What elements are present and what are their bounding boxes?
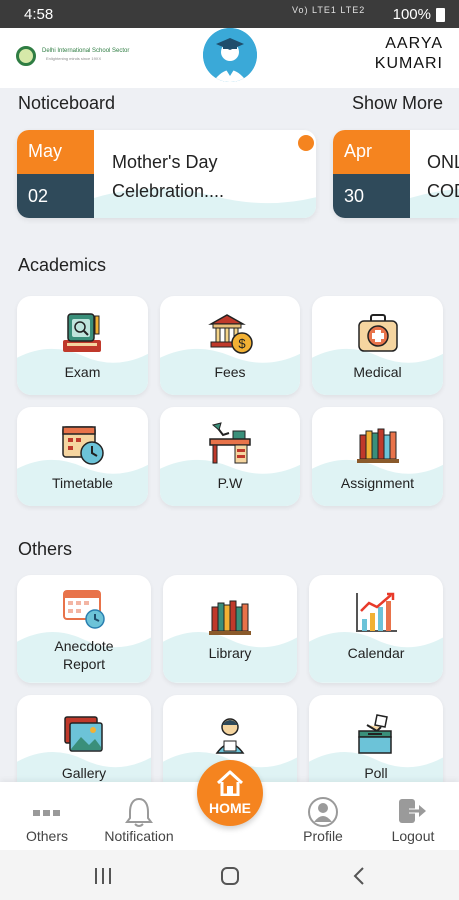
back-icon[interactable] <box>352 866 366 886</box>
signal-indicator: Vo) LTE1 LTE2 <box>292 5 366 15</box>
system-home-icon[interactable] <box>220 866 240 886</box>
anecdote-report-tile[interactable]: Anecdote Report <box>17 575 151 683</box>
assignment-tile[interactable]: Assignment <box>312 407 443 506</box>
svg-text:$: $ <box>238 336 246 351</box>
gallery-label: Gallery <box>61 765 107 781</box>
nav-profile[interactable]: Profile <box>290 782 356 850</box>
battery-icon <box>436 8 445 22</box>
calendar-tile[interactable]: Calendar <box>309 575 443 683</box>
nav-others-label: Others <box>25 828 68 844</box>
pw-tile[interactable]: P.W <box>160 407 300 506</box>
home-label: HOME <box>209 800 251 816</box>
more-dots-icon <box>33 810 60 816</box>
timetable-icon <box>61 426 104 465</box>
exam-tile[interactable]: Exam <box>17 296 148 395</box>
avatar[interactable] <box>203 28 257 82</box>
nav-notification[interactable]: Notification <box>96 782 182 850</box>
calendar-label: Calendar <box>347 645 405 661</box>
calendar-chart-icon <box>356 592 397 632</box>
academics-title: Academics <box>18 255 107 275</box>
notice-card[interactable]: Apr 30 ONL COD <box>333 130 459 218</box>
notice-month: May <box>17 130 94 174</box>
user-first-name: AARYA <box>385 35 443 52</box>
nav-profile-label: Profile <box>303 828 343 844</box>
user-last-name: KUMARI <box>374 55 443 72</box>
medical-label: Medical <box>353 364 402 380</box>
graduate-avatar-icon <box>203 28 257 82</box>
notice-card[interactable]: May 02 Mother's Day Celebration.... <box>17 130 316 218</box>
system-navigation-bar <box>0 850 459 900</box>
app-header: Delhi International School Sector Enligh… <box>0 28 459 88</box>
noticeboard-title: Noticeboard <box>18 93 116 113</box>
notice-day: 02 <box>17 174 94 218</box>
assignment-label: Assignment <box>340 475 415 491</box>
recent-apps-icon[interactable] <box>93 867 113 885</box>
desk-icon <box>209 422 251 464</box>
fees-label: Fees <box>214 364 246 380</box>
poll-ballot-icon <box>358 714 392 754</box>
school-seal-icon <box>16 46 36 66</box>
unread-dot-icon <box>298 135 314 151</box>
notice-title-line2: Celebration.... <box>112 181 225 201</box>
anecdote-calendar-icon <box>63 590 105 629</box>
timetable-label: Timetable <box>52 475 113 491</box>
status-bar: 4:58 Vo) LTE1 LTE2 100% <box>0 0 459 28</box>
bell-icon <box>125 797 153 827</box>
logo-text: Delhi International School Sector <box>42 48 130 54</box>
home-icon <box>216 770 244 796</box>
nav-logout[interactable]: Logout <box>380 782 446 850</box>
logo-tagline: Enlightening minds since 19XX <box>46 56 102 61</box>
notice-title-line2: COD <box>427 181 459 201</box>
notice-month: Apr <box>333 130 410 174</box>
timetable-tile[interactable]: Timetable <box>17 407 148 506</box>
notice-title: Mother's Day Celebration.... <box>112 148 224 206</box>
nav-logout-label: Logout <box>391 828 435 844</box>
nav-others[interactable]: Others <box>12 782 82 850</box>
library-label: Library <box>208 645 252 661</box>
books-icon <box>356 428 399 463</box>
medical-kit-icon <box>357 314 398 352</box>
logout-icon <box>399 799 426 823</box>
school-logo: Delhi International School Sector Enligh… <box>16 46 140 68</box>
student-icon <box>215 718 245 754</box>
medical-tile[interactable]: Medical <box>312 296 443 395</box>
status-time: 4:58 <box>24 6 54 23</box>
anecdote-report-label: Anecdote Report <box>17 637 151 673</box>
others-title: Others <box>18 539 73 559</box>
show-more-link[interactable]: Show More <box>352 93 443 114</box>
poll-label: Poll <box>364 765 388 781</box>
anecdote-label-line2: Report <box>62 656 106 672</box>
notice-title-line1: Mother's Day <box>112 152 218 172</box>
exam-icon <box>62 313 101 352</box>
notice-title-line1: ONL <box>427 152 459 172</box>
library-tile[interactable]: Library <box>163 575 297 683</box>
library-icon <box>209 600 251 635</box>
nav-notification-label: Notification <box>104 828 174 844</box>
pw-label: P.W <box>217 475 243 491</box>
anecdote-label-line1: Anecdote <box>54 638 114 654</box>
gallery-icon <box>64 716 103 752</box>
home-button[interactable]: HOME <box>197 760 263 826</box>
battery-level: 100% <box>392 6 431 23</box>
fees-icon: $ <box>208 314 253 354</box>
exam-label: Exam <box>64 364 101 380</box>
profile-icon <box>308 797 338 827</box>
user-name: AARYA KUMARI <box>303 34 443 74</box>
notice-day: 30 <box>333 174 410 218</box>
notice-title: ONL COD <box>427 148 459 206</box>
fees-tile[interactable]: $ Fees <box>160 296 300 395</box>
